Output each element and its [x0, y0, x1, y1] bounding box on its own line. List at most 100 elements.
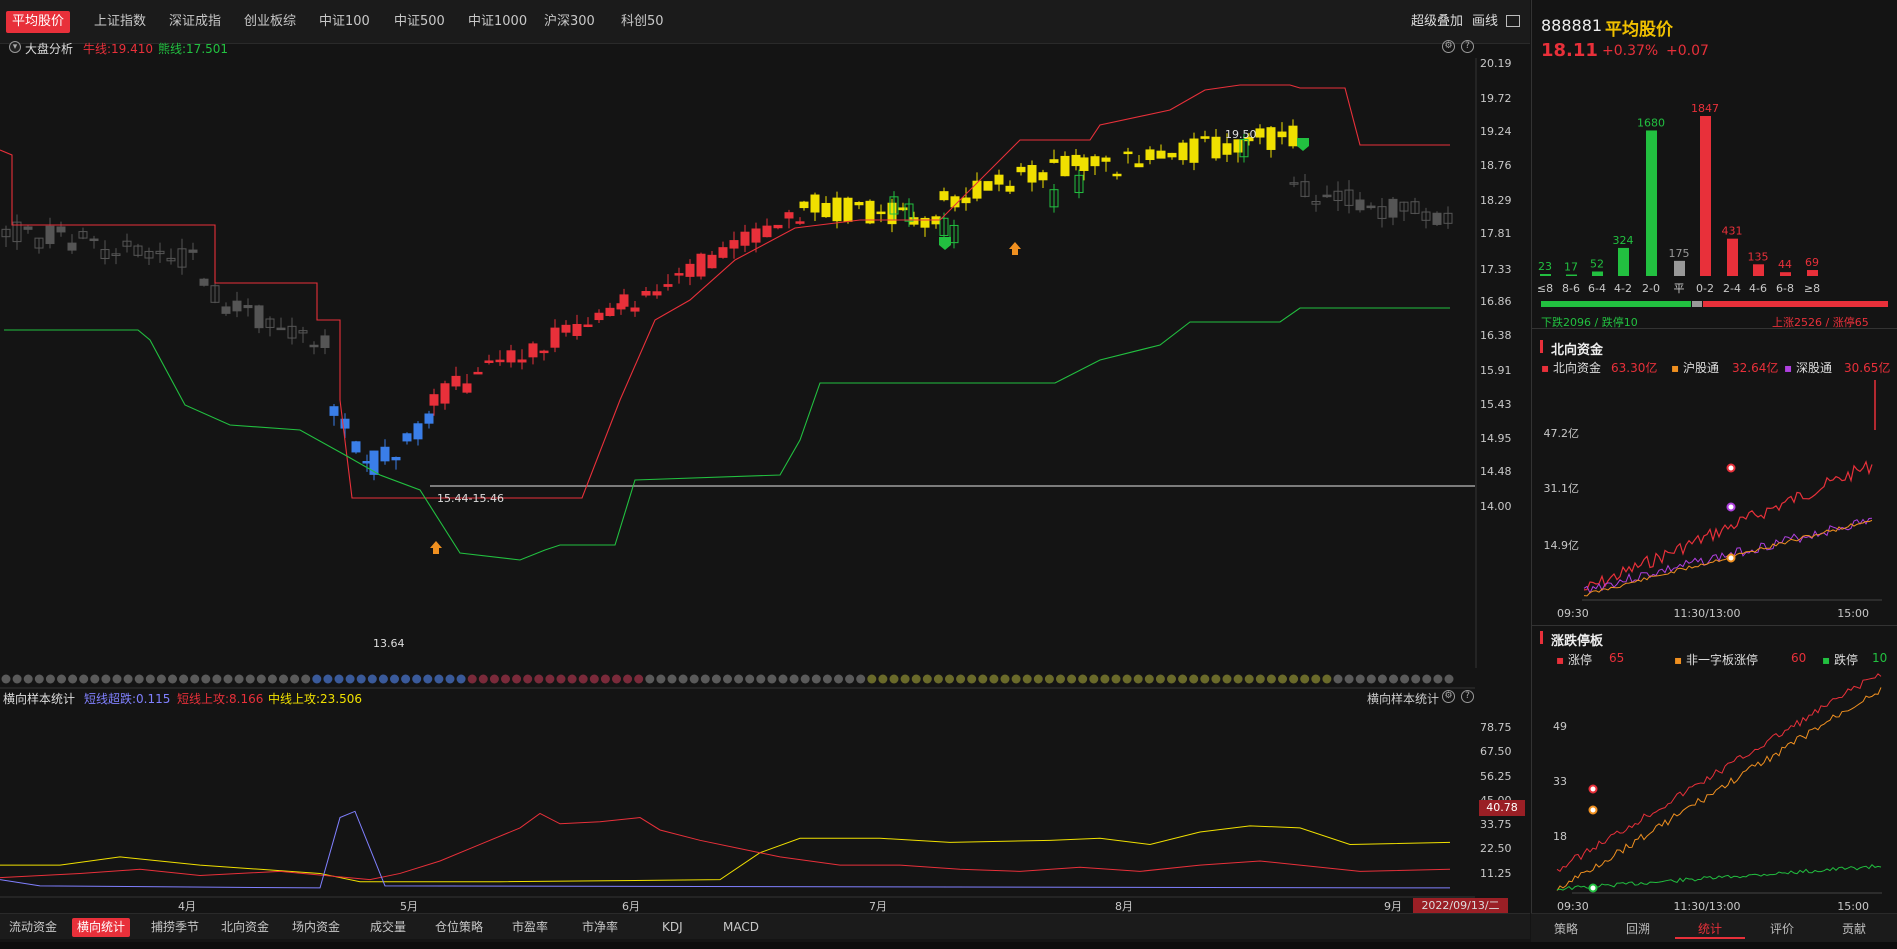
distribution-label: ≤8	[1537, 282, 1553, 295]
state-dot	[645, 674, 655, 684]
state-dot	[456, 674, 466, 684]
state-dot	[1278, 674, 1287, 684]
tab-shanghai[interactable]: 上证指数	[88, 11, 152, 33]
lower-help-icon[interactable]: ?	[1461, 690, 1474, 703]
tab-avg-price[interactable]: 平均股价	[6, 11, 71, 33]
tab-strategy[interactable]: 策略	[1531, 920, 1601, 937]
tab-contribution[interactable]: 贡献	[1819, 920, 1889, 937]
candle-body	[685, 263, 695, 277]
candle-body	[674, 273, 684, 276]
sh-value: 32.64亿	[1732, 361, 1779, 375]
state-dot	[1444, 674, 1454, 684]
tab-volume[interactable]: 成交量	[365, 918, 411, 937]
tab-csi500[interactable]: 中证500	[388, 11, 451, 33]
candle-body	[843, 197, 853, 222]
candle-body	[1211, 136, 1221, 159]
state-dot	[800, 674, 810, 684]
tab-fishing-season[interactable]: 捕捞季节	[146, 918, 204, 937]
state-dot	[223, 674, 233, 684]
state-dot	[567, 674, 577, 684]
state-dot	[201, 674, 211, 684]
distribution-chart: 23 ≤8 17 8-6 52 6-4 324 4-2 1680 2-0 175 平 1847 0-2 43…	[1537, 102, 1888, 307]
high-label: 19.50	[1225, 128, 1257, 141]
candle-body	[630, 307, 640, 312]
tab-position[interactable]: 仓位策略	[430, 918, 488, 937]
state-dot	[589, 674, 599, 684]
month-tick: 7月	[869, 900, 887, 913]
tab-csi1000[interactable]: 中证1000	[462, 11, 533, 33]
state-dot	[1355, 674, 1365, 684]
north-tick: 31.1亿	[1544, 482, 1580, 495]
tab-stats[interactable]: 统计	[1675, 920, 1745, 939]
state-dot	[756, 674, 766, 684]
layout-icon[interactable]	[1506, 15, 1520, 27]
tab-chinext[interactable]: 创业板综	[238, 11, 302, 33]
short-up-label: 短线上攻:8.166	[177, 692, 264, 706]
limit-chart: 49 33 18 09:30 11:30/13:00 15:00	[1553, 673, 1882, 913]
state-dot	[45, 674, 55, 684]
tab-csi300[interactable]: 沪深300	[538, 11, 601, 33]
short-down-label: 短线超跌:0.115	[84, 692, 171, 706]
state-dot	[867, 674, 877, 684]
state-dot	[334, 674, 344, 684]
state-dot	[1000, 674, 1010, 684]
state-dot	[933, 674, 943, 684]
candle-body	[762, 225, 772, 238]
limit-up-value: 65	[1609, 651, 1625, 665]
candle-body	[23, 226, 33, 230]
nonone-label: 非一字板涨停	[1685, 653, 1758, 667]
state-dot	[34, 674, 44, 684]
dropdown-icon[interactable]: ▾	[9, 41, 21, 53]
state-dot	[811, 674, 821, 684]
help-icon[interactable]: ?	[1461, 40, 1474, 53]
state-dot	[23, 674, 33, 684]
state-dot	[1144, 674, 1154, 684]
state-dot	[1056, 674, 1065, 684]
state-dot	[834, 674, 843, 684]
candle-body	[440, 383, 450, 404]
candle-body	[1134, 163, 1144, 168]
candle-body	[429, 394, 439, 406]
state-dot-row	[0, 674, 1475, 689]
candle-body	[751, 228, 761, 243]
tab-onfloor-funds[interactable]: 场内资金	[287, 918, 345, 937]
candle-body	[594, 312, 604, 321]
settings-icon[interactable]: ⚙	[1442, 40, 1455, 53]
north-tick: 47.2亿	[1544, 427, 1580, 440]
tab-pb[interactable]: 市净率	[577, 918, 623, 937]
lower-settings-icon[interactable]: ⚙	[1442, 690, 1455, 703]
state-dot	[489, 674, 499, 684]
tab-star50[interactable]: 科创50	[615, 11, 670, 33]
sz-label: 深股通	[1795, 361, 1832, 375]
stock-name: 平均股价	[1605, 20, 1673, 40]
month-tick: 4月	[178, 900, 196, 913]
candle-body	[961, 197, 971, 204]
state-dot	[1322, 674, 1332, 684]
tab-kdj[interactable]: KDJ	[657, 918, 688, 937]
tab-rating[interactable]: 评价	[1747, 920, 1817, 937]
north-chart: 47.2亿 31.1亿 14.9亿 09:30 11:30/13:00 15:00	[1544, 380, 1882, 620]
tab-backtrack[interactable]: 回溯	[1603, 920, 1673, 937]
tab-liquidity[interactable]: 流动资金	[4, 918, 62, 937]
chart-title[interactable]: 大盘分析	[25, 40, 73, 57]
distribution-value: 44	[1778, 258, 1792, 271]
tab-horizontal-stats[interactable]: 横向统计	[72, 918, 131, 937]
tab-macd[interactable]: MACD	[718, 918, 764, 937]
main-chart[interactable]: 20.19 19.72 19.24 18.76 18.29 17.81 17.33 16.86…	[0, 58, 1530, 913]
distribution-bar	[1592, 271, 1603, 276]
tab-csi100[interactable]: 中证100	[313, 11, 376, 33]
month-tick: 6月	[622, 900, 640, 913]
state-dot	[1022, 674, 1032, 684]
state-dot	[1300, 674, 1310, 684]
tab-shenzhen[interactable]: 深证成指	[163, 11, 227, 33]
tab-northbound[interactable]: 北向资金	[216, 918, 274, 937]
candle-body	[729, 240, 739, 249]
tab-pe[interactable]: 市盈率	[507, 918, 553, 937]
limit-xtick: 15:00	[1837, 900, 1869, 913]
distribution-bar	[1807, 270, 1818, 276]
super-overlay-button[interactable]: 超级叠加	[1411, 11, 1463, 33]
state-dot	[1411, 674, 1421, 684]
draw-line-button[interactable]: 画线	[1472, 11, 1498, 33]
state-dot	[1422, 674, 1432, 684]
state-dot	[1044, 674, 1054, 684]
